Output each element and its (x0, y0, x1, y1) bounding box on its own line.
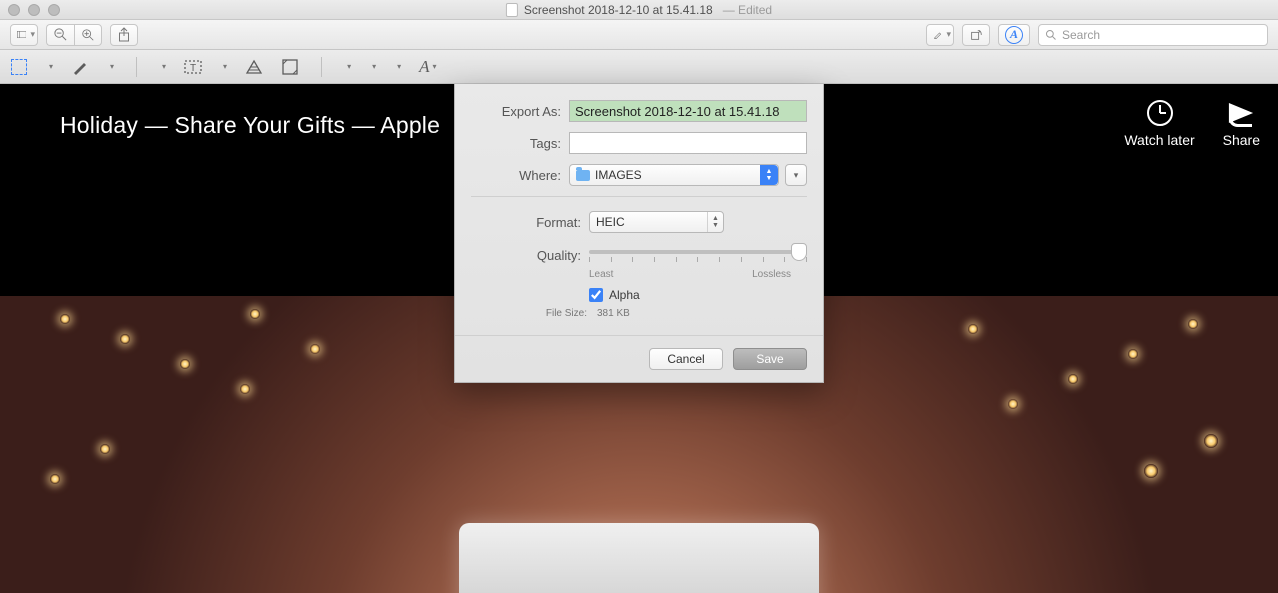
chevron-down-icon: ▾ (433, 62, 437, 71)
close-window-button[interactable] (8, 4, 20, 16)
minimize-window-button[interactable] (28, 4, 40, 16)
where-value: IMAGES (595, 168, 642, 182)
video-overlay-controls: Watch later Share (1124, 100, 1260, 148)
filesize-value: 381 KB (597, 308, 630, 319)
window-title: Screenshot 2018-12-10 at 15.41.18 — Edit… (506, 3, 772, 17)
export-as-input[interactable] (569, 100, 807, 122)
format-value: HEIC (596, 215, 625, 229)
zoom-window-button[interactable] (48, 4, 60, 16)
chevron-down-icon: ▾ (30, 29, 35, 40)
slider-thumb[interactable] (791, 243, 807, 261)
selection-tool[interactable] (10, 58, 28, 76)
search-field[interactable]: Search (1038, 24, 1268, 46)
window-title-suffix: — Edited (723, 3, 772, 17)
popup-arrows-icon: ▲▼ (707, 212, 723, 232)
filesize-label: File Size: (543, 308, 587, 319)
cancel-button[interactable]: Cancel (649, 348, 723, 370)
quality-slider[interactable] (589, 243, 807, 267)
chevron-down-icon: ▾ (162, 62, 166, 71)
tags-input[interactable] (569, 132, 807, 154)
format-popup[interactable]: HEIC ▲▼ (589, 211, 724, 233)
adjust-size-tool[interactable] (281, 58, 299, 76)
markup-toolbar: ▾ ▾ ▾ T ▾ ▾ (0, 50, 1278, 84)
sketch-tool[interactable]: ▾ (107, 62, 114, 71)
info-button[interactable]: A (998, 24, 1030, 46)
shapes-tool[interactable]: ▾ (159, 62, 166, 71)
share-label: Share (1223, 132, 1260, 148)
popup-arrows-icon: ▲▼ (760, 165, 778, 185)
chevron-down-icon: ▾ (946, 29, 951, 40)
watch-later-label: Watch later (1124, 132, 1194, 148)
instant-alpha-tool[interactable]: ▾ (46, 62, 53, 71)
save-button[interactable]: Save (733, 348, 807, 370)
quality-lossless-label: Lossless (752, 269, 791, 280)
watch-later-button[interactable]: Watch later (1124, 100, 1194, 148)
chevron-down-icon: ▾ (397, 62, 401, 71)
text-style-tool[interactable]: A ▾ (419, 57, 436, 77)
quality-label: Quality: (471, 248, 581, 263)
clock-icon (1147, 100, 1173, 126)
draw-tool[interactable] (71, 58, 89, 76)
tags-label: Tags: (471, 136, 561, 151)
search-placeholder: Search (1062, 28, 1100, 42)
alpha-label: Alpha (609, 288, 640, 302)
where-popup[interactable]: IMAGES ▲▼ (569, 164, 779, 186)
format-label: Format: (471, 215, 581, 230)
zoom-out-button[interactable] (46, 24, 74, 46)
share-button[interactable] (110, 24, 138, 46)
adjust-color-tool[interactable] (245, 58, 263, 76)
window-title-text: Screenshot 2018-12-10 at 15.41.18 (524, 3, 713, 17)
document-icon (506, 3, 518, 17)
chevron-down-icon: ▾ (110, 62, 114, 71)
sign-tool[interactable]: ▾ (220, 62, 227, 71)
chevron-down-icon: ▾ (372, 62, 376, 71)
markup-toggle-button[interactable]: ▾ (926, 24, 954, 46)
rotate-button[interactable] (962, 24, 990, 46)
chevron-down-icon: ▾ (223, 62, 227, 71)
export-as-label: Export As: (471, 104, 561, 119)
chevron-down-icon: ▾ (49, 62, 53, 71)
info-icon: A (1005, 26, 1023, 44)
video-title: Holiday — Share Your Gifts — Apple (60, 112, 440, 139)
export-sheet: Export As: Tags: Where: IMAGES ▲▼ ▾ Form… (454, 84, 824, 383)
window-titlebar: Screenshot 2018-12-10 at 15.41.18 — Edit… (0, 0, 1278, 20)
folder-icon (576, 170, 590, 181)
main-toolbar: ▾ ▾ A Search (0, 20, 1278, 50)
sidebar-toggle-button[interactable]: ▾ (10, 24, 38, 46)
share-video-button[interactable]: Share (1223, 100, 1260, 148)
fill-color-tool[interactable]: ▾ (394, 62, 401, 71)
where-label: Where: (471, 168, 561, 183)
border-color-tool[interactable]: ▾ (369, 62, 376, 71)
chevron-down-icon: ▾ (347, 62, 351, 71)
search-icon (1045, 29, 1057, 41)
text-tool[interactable]: T (184, 58, 202, 76)
traffic-lights (8, 4, 60, 16)
expand-save-panel-button[interactable]: ▾ (785, 164, 807, 186)
quality-least-label: Least (589, 269, 613, 280)
share-arrow-icon (1229, 103, 1253, 123)
line-style-tool[interactable]: ▾ (344, 62, 351, 71)
alpha-checkbox[interactable] (589, 288, 603, 302)
svg-text:T: T (190, 63, 196, 74)
zoom-in-button[interactable] (74, 24, 102, 46)
